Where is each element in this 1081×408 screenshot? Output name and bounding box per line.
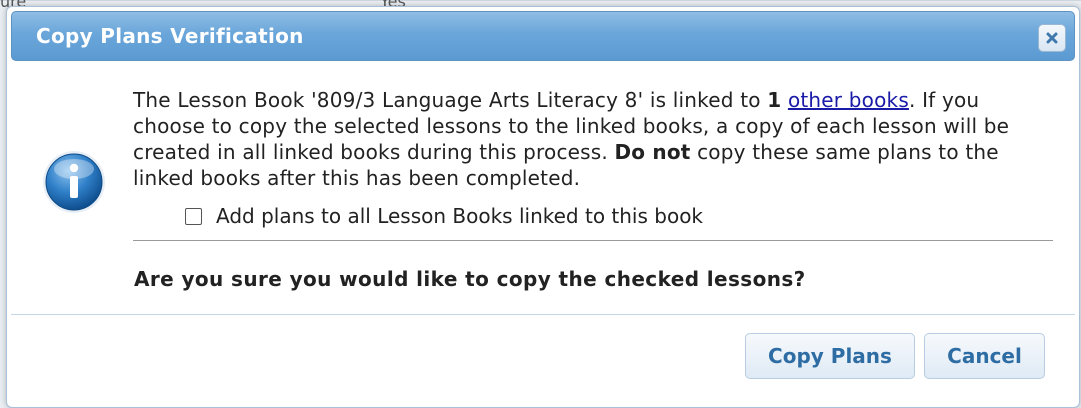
bg-line [0,0,1081,1]
copy-plans-button[interactable]: Copy Plans [745,333,915,379]
copy-plans-dialog: Copy Plans Verification The Lesson Book … [6,6,1080,408]
dialog-title: Copy Plans Verification [36,24,304,48]
cancel-button[interactable]: Cancel [924,333,1045,379]
linked-count: 1 [767,88,782,112]
close-button[interactable] [1038,24,1066,52]
dialog-titlebar[interactable]: Copy Plans Verification [11,11,1075,61]
add-plans-checkbox-row[interactable]: Add plans to all Lesson Books linked to … [185,203,703,229]
message-emphasis: Do not [614,140,691,164]
other-books-link[interactable]: other books [788,88,909,112]
confirmation-message: The Lesson Book '809/3 Language Arts Lit… [133,87,1043,191]
divider [133,240,1053,241]
message-text: The Lesson Book '809/3 Language Arts Lit… [133,88,768,112]
confirmation-question: Are you sure you would like to copy the … [134,267,806,291]
footer-divider [11,314,1075,315]
add-plans-checkbox-label[interactable]: Add plans to all Lesson Books linked to … [216,204,703,228]
add-plans-checkbox[interactable] [185,207,202,225]
info-icon [43,151,105,213]
close-icon [1046,32,1058,44]
